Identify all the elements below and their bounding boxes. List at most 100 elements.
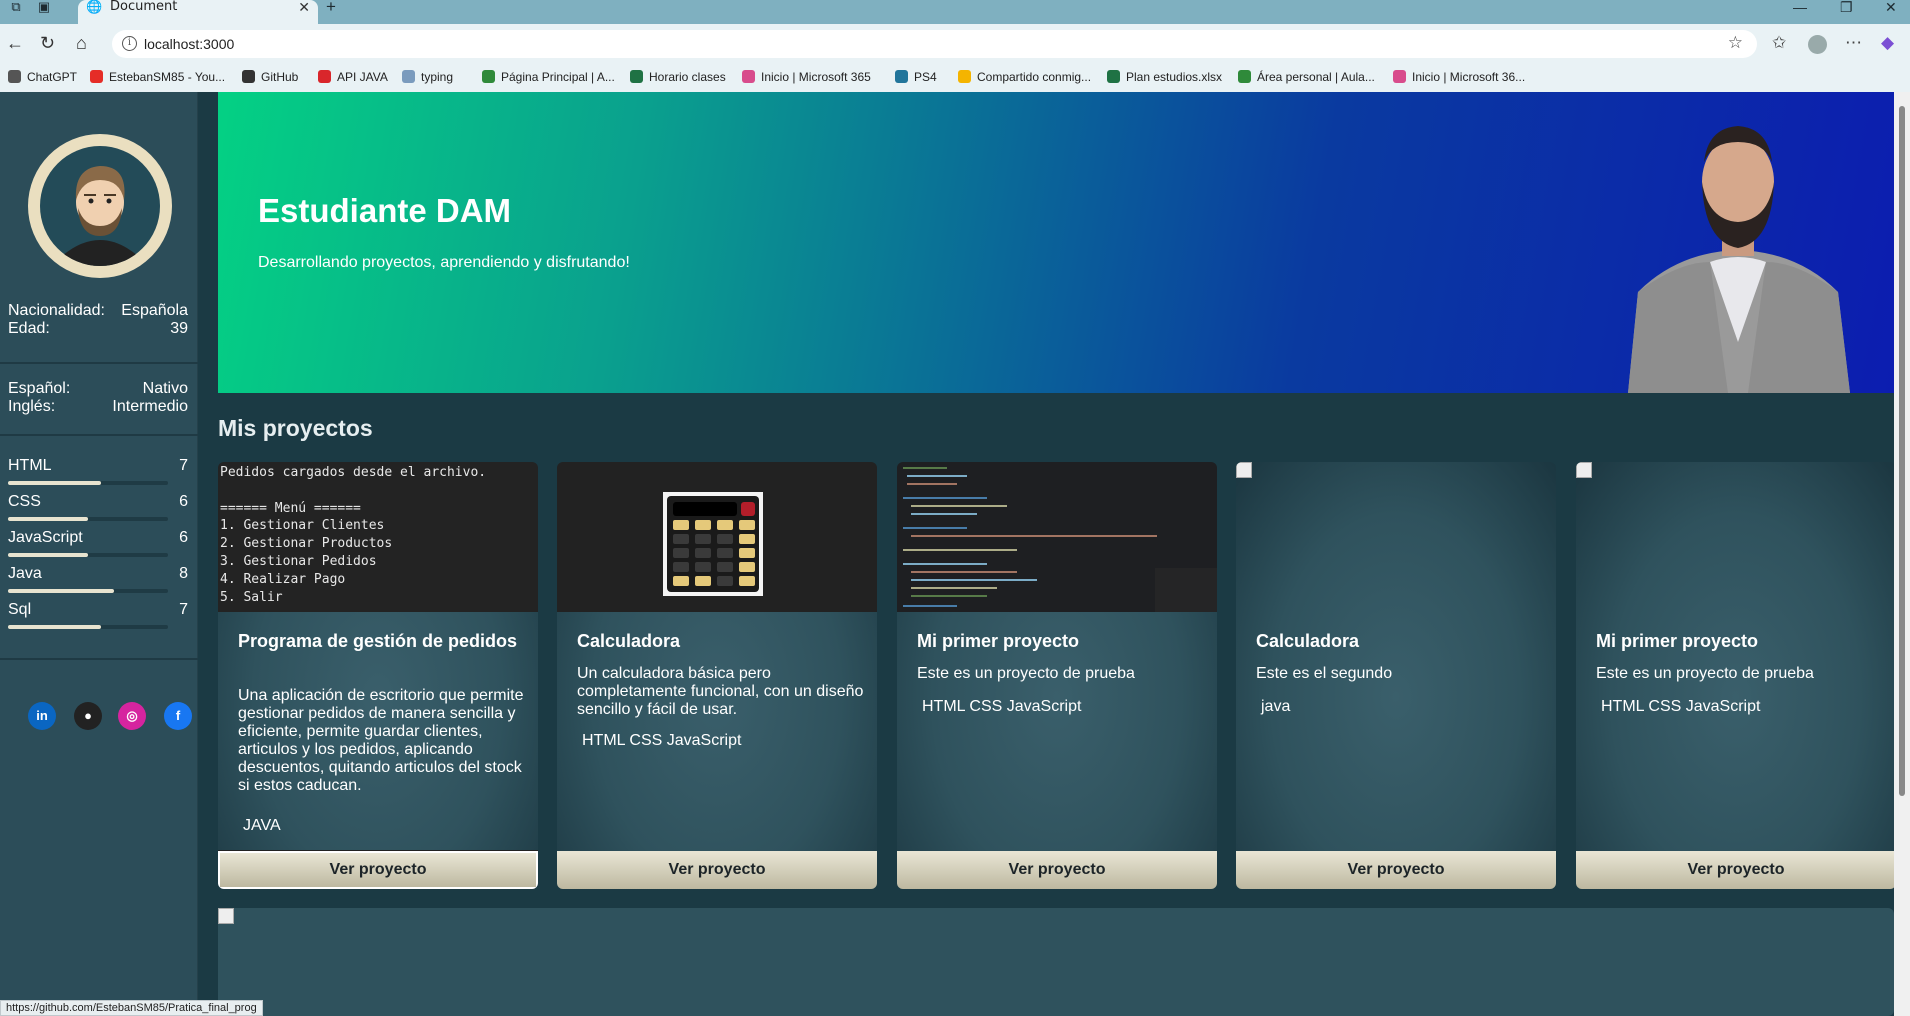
view-project-button[interactable]: Ver proyecto <box>1576 851 1896 889</box>
github-icon[interactable]: ● <box>74 702 102 730</box>
profile-photo <box>1628 126 1850 393</box>
more-menu-icon[interactable]: ⋯ <box>1845 33 1862 53</box>
project-thumbnail <box>1576 462 1896 612</box>
view-project-button[interactable]: Ver proyecto <box>557 851 877 889</box>
project-description: Una aplicación de escritorio que permite… <box>238 687 524 794</box>
project-description: Este es el segundo <box>1256 665 1393 682</box>
profile-avatar[interactable] <box>1808 35 1827 54</box>
hero-subtitle: Desarrollando proyectos, aprendiendo y d… <box>258 254 630 271</box>
page-content: Nacionalidad: Española Edad: 39 Español:… <box>0 92 1910 1016</box>
bookmark-item[interactable]: Plan estudios.xlsx <box>1107 70 1222 84</box>
view-project-button[interactable]: Ver proyecto <box>218 851 538 889</box>
scrollbar-thumb[interactable] <box>1899 106 1905 796</box>
bookmark-item[interactable]: API JAVA <box>318 70 388 84</box>
new-tab-icon[interactable]: + <box>326 0 336 15</box>
age-label: Edad: <box>8 320 50 337</box>
project-thumbnail <box>1236 462 1556 612</box>
bookmark-item[interactable]: Horario clases <box>630 70 726 84</box>
skill-java: Java 8 <box>8 565 188 593</box>
bookmark-item[interactable]: Inicio | Microsoft 365 <box>742 70 871 84</box>
view-project-button[interactable]: Ver proyecto <box>1236 851 1556 889</box>
bookmark-favicon-icon <box>958 70 971 83</box>
project-description: Este es un proyecto de prueba <box>917 665 1135 682</box>
copilot-icon[interactable]: ◆ <box>1881 33 1894 53</box>
bookmark-favicon-icon <box>242 70 255 83</box>
tab-title: Document <box>110 0 178 14</box>
project-thumbnail <box>557 462 877 612</box>
instagram-icon[interactable]: ◎ <box>118 702 146 730</box>
status-bar-url: https://github.com/EstebanSM85/Pratica_f… <box>0 1000 263 1016</box>
divider <box>0 434 198 436</box>
bookmark-item[interactable]: GitHub <box>242 70 298 84</box>
broken-image-icon <box>1576 462 1592 478</box>
bookmark-label: Página Principal | A... <box>501 70 615 84</box>
bookmark-label: Área personal | Aula... <box>1257 70 1375 84</box>
project-technologies: HTML CSS JavaScript <box>582 732 742 749</box>
skill-level: 7 <box>179 601 188 618</box>
reload-icon[interactable]: ↻ <box>40 32 55 54</box>
bookmark-favicon-icon <box>90 70 103 83</box>
bookmark-label: EstebanSM85 - You... <box>109 70 226 84</box>
bookmark-label: Compartido conmig... <box>977 70 1092 84</box>
broken-image-icon <box>1236 462 1252 478</box>
skill-name: CSS <box>8 493 41 510</box>
bookmark-item[interactable]: Área personal | Aula... <box>1238 70 1375 84</box>
hero-banner: Estudiante DAM Desarrollando proyectos, … <box>218 92 1894 393</box>
project-card: Mi primer proyecto Este es un proyecto d… <box>897 462 1217 889</box>
terminal-output: Pedidos cargados desde el archivo. =====… <box>220 465 487 605</box>
favorite-star-icon[interactable]: ☆ <box>1728 33 1743 53</box>
bookmark-favicon-icon <box>8 70 21 83</box>
close-window-icon[interactable]: ✕ <box>1885 0 1897 14</box>
tab-actions-icon[interactable]: ▣ <box>34 0 54 20</box>
skill-bar <box>8 589 168 593</box>
age-value: 39 <box>170 320 188 337</box>
view-project-button[interactable]: Ver proyecto <box>897 851 1217 889</box>
address-bar[interactable]: i localhost:3000 ☆ <box>112 30 1757 58</box>
browser-tab[interactable]: 🌐 Document ✕ <box>78 0 318 24</box>
project-description: Un calculadora básica pero completamente… <box>577 665 864 718</box>
bookmark-item[interactable]: Compartido conmig... <box>958 70 1091 84</box>
skill-name: HTML <box>8 457 52 474</box>
bookmark-item[interactable]: typing <box>402 70 453 84</box>
globe-icon: 🌐 <box>86 0 103 14</box>
bookmark-favicon-icon <box>1107 70 1120 83</box>
broken-image-icon <box>218 908 234 924</box>
skill-name: JavaScript <box>8 529 83 546</box>
divider <box>0 362 198 364</box>
skill-bar-fill <box>8 589 114 593</box>
bookmark-item[interactable]: PS4 <box>895 70 937 84</box>
bookmark-label: Plan estudios.xlsx <box>1126 70 1223 84</box>
project-card: Calculadora Este es el segundo java Ver … <box>1236 462 1556 889</box>
back-icon[interactable]: ← <box>6 32 24 54</box>
page-scrollbar[interactable] <box>1894 92 1910 1016</box>
facebook-icon[interactable]: f <box>164 702 192 730</box>
skill-bar <box>8 517 168 521</box>
language-label: Español: <box>8 380 71 397</box>
projects-section-title: Mis proyectos <box>218 415 373 441</box>
project-technologies: HTML CSS JavaScript <box>922 698 1082 715</box>
close-tab-icon[interactable]: ✕ <box>298 0 310 14</box>
linkedin-icon[interactable]: in <box>28 702 56 730</box>
profile-picture <box>28 134 172 278</box>
skill-bar <box>8 553 168 557</box>
skill-bar-fill <box>8 481 101 485</box>
sidebar: Nacionalidad: Española Edad: 39 Español:… <box>0 92 198 1016</box>
bookmark-label: typing <box>421 70 454 84</box>
bookmark-item[interactable]: Inicio | Microsoft 36... <box>1393 70 1525 84</box>
project-title: Programa de gestión de pedidos <box>238 631 518 651</box>
restore-icon[interactable]: ❐ <box>1840 0 1853 14</box>
minimize-icon[interactable]: — <box>1793 0 1807 14</box>
bookmark-item[interactable]: ChatGPT <box>8 70 77 84</box>
bookmark-item[interactable]: EstebanSM85 - You... <box>90 70 225 84</box>
project-technologies: java <box>1261 698 1291 715</box>
site-info-icon[interactable]: i <box>122 36 137 51</box>
nationality-label: Nacionalidad: <box>8 302 105 319</box>
nationality-value: Española <box>121 302 188 319</box>
home-icon[interactable]: ⌂ <box>76 32 87 54</box>
bookmark-item[interactable]: Página Principal | A... <box>482 70 615 84</box>
workspaces-icon[interactable]: ⧉ <box>6 0 26 20</box>
bookmark-label: Inicio | Microsoft 365 <box>761 70 871 84</box>
bookmark-favicon-icon <box>630 70 643 83</box>
divider <box>0 658 198 660</box>
favorites-icon[interactable]: ✩ <box>1772 33 1786 53</box>
